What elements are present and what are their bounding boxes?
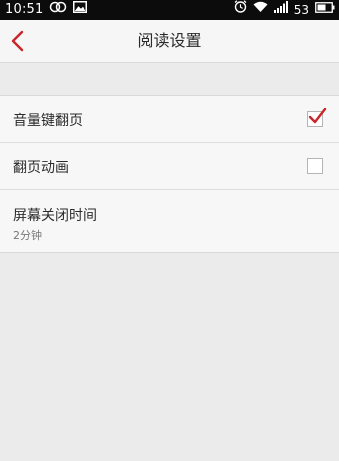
status-bar: 10:51 53 — [0, 0, 339, 20]
battery-icon — [315, 0, 335, 20]
app-header: 阅读设置 — [0, 20, 339, 63]
page-turn-animation-checkbox[interactable] — [307, 158, 323, 174]
status-time: 10:51 — [5, 2, 44, 17]
setting-label: 翻页动画 — [13, 160, 69, 176]
volume-key-page-turn-checkbox[interactable] — [307, 108, 327, 127]
signal-icon — [273, 0, 288, 20]
page-title: 阅读设置 — [137, 31, 202, 50]
wifi-icon — [253, 0, 268, 20]
back-button[interactable] — [6, 28, 32, 54]
image-icon — [73, 0, 88, 20]
status-bar-right: 53 — [228, 0, 335, 20]
setting-label: 音量键翻页 — [13, 113, 83, 129]
alarm-icon — [234, 0, 247, 20]
dual-circle-icon — [49, 0, 67, 20]
setting-value: 2分钟 — [13, 229, 42, 242]
setting-label: 屏幕关闭时间 — [13, 208, 97, 224]
setting-screen-off-time[interactable]: 屏幕关闭时间 2分钟 — [0, 190, 339, 252]
setting-page-turn-animation[interactable]: 翻页动画 — [0, 143, 339, 190]
setting-volume-key-page-turn[interactable]: 音量键翻页 — [0, 96, 339, 143]
battery-level-text: 53 — [293, 3, 309, 17]
checkmark-icon — [308, 108, 327, 124]
status-bar-left: 10:51 — [5, 0, 93, 20]
section-spacer — [0, 63, 339, 95]
settings-list: 音量键翻页 翻页动画 屏幕关闭时间 2分钟 — [0, 95, 339, 253]
chevron-left-icon — [11, 30, 24, 52]
